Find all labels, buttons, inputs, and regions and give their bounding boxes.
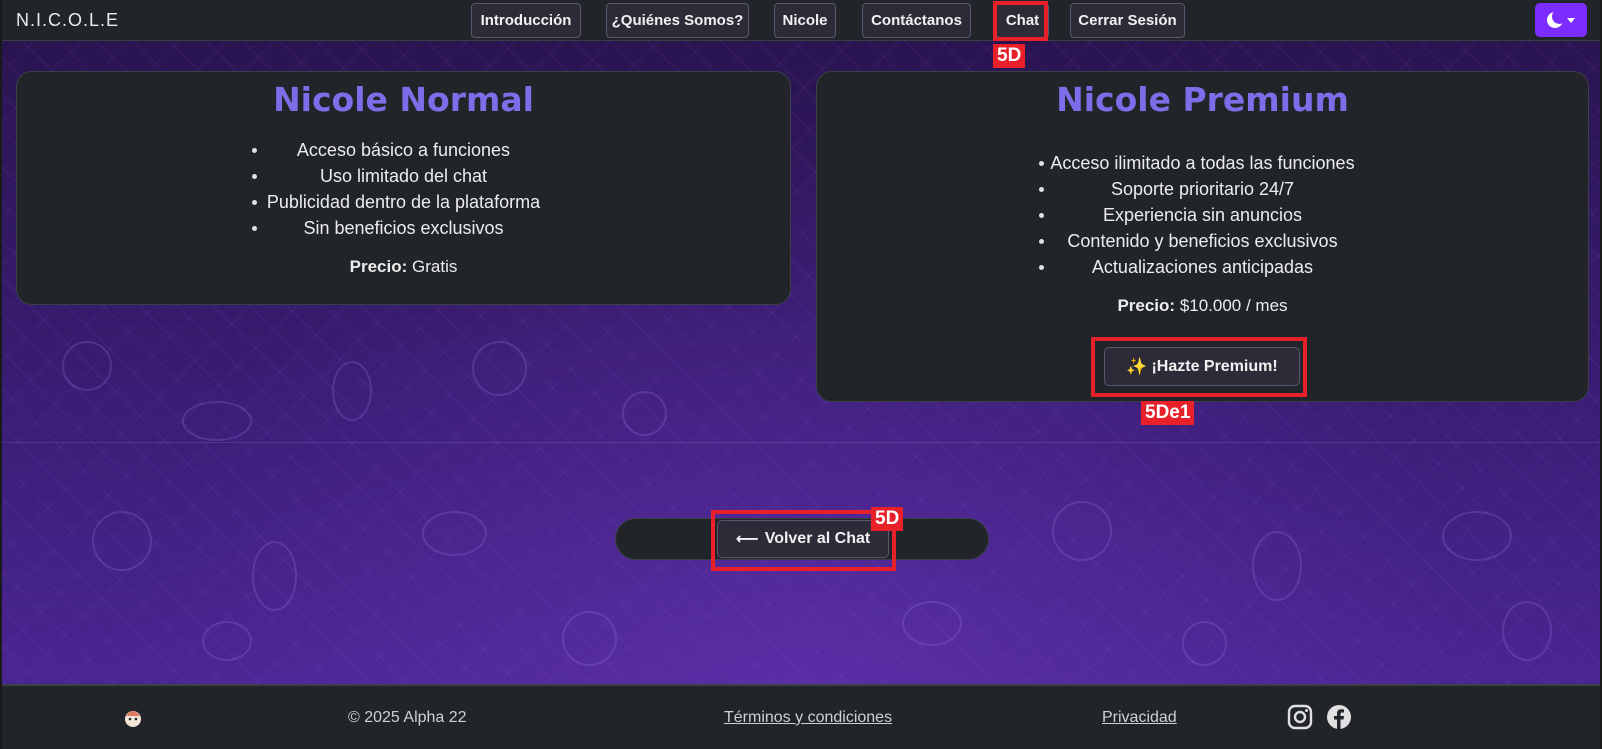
plan-card-normal: Nicole Normal Acceso básico a funciones …	[16, 71, 791, 305]
list-item: Experiencia sin anuncios	[817, 202, 1588, 228]
annotation-tag-premium: 5De1	[1141, 401, 1195, 425]
list-item: Actualizaciones anticipadas	[817, 254, 1588, 280]
list-item: Acceso ilimitado a todas las funciones	[817, 150, 1588, 176]
plan-title-premium: Nicole Premium	[1056, 80, 1349, 119]
bullet-icon	[252, 226, 257, 231]
top-navbar: N.I.C.O.L.E Introducción ¿Quiénes Somos?…	[2, 0, 1600, 41]
moon-icon	[1547, 9, 1567, 28]
facebook-icon[interactable]	[1326, 704, 1352, 730]
list-item: Contenido y beneficios exclusivos	[817, 228, 1588, 254]
theme-toggle-button[interactable]	[1535, 3, 1587, 37]
list-item: Acceso básico a funciones	[17, 137, 790, 163]
chevron-down-icon	[1567, 17, 1575, 23]
bullet-icon	[1039, 161, 1044, 166]
nav-nicole[interactable]: Nicole	[774, 3, 836, 38]
instagram-icon[interactable]	[1287, 704, 1313, 730]
bullet-icon	[1039, 187, 1044, 192]
bullet-icon	[252, 174, 257, 179]
bullet-icon	[252, 200, 257, 205]
annotation-box-chat	[993, 1, 1048, 41]
nav-contactanos[interactable]: Contáctanos	[862, 3, 971, 38]
plan-price-premium: Precio: $10.000 / mes	[1117, 296, 1288, 315]
page: N.I.C.O.L.E Introducción ¿Quiénes Somos?…	[0, 0, 1602, 749]
annotation-tag-back: 5D	[871, 507, 904, 531]
bullet-icon	[1039, 265, 1044, 270]
bullet-icon	[1039, 213, 1044, 218]
nav-quienes-somos[interactable]: ¿Quiénes Somos?	[606, 3, 749, 38]
list-item: Soporte prioritario 24/7	[817, 176, 1588, 202]
annotation-box-back	[711, 510, 896, 571]
plan-features-normal: Acceso básico a funciones Uso limitado d…	[17, 137, 790, 241]
footer-terms-link[interactable]: Términos y condiciones	[724, 709, 892, 727]
annotation-box-premium	[1091, 337, 1307, 397]
brand-logo-text[interactable]: N.I.C.O.L.E	[16, 10, 119, 31]
bullet-icon	[1039, 239, 1044, 244]
mascot-logo-icon	[125, 711, 141, 727]
section-divider	[2, 442, 1600, 443]
annotation-tag-chat: 5D	[993, 44, 1026, 68]
footer-privacy-link[interactable]: Privacidad	[1102, 709, 1177, 727]
bullet-icon	[252, 148, 257, 153]
list-item: Publicidad dentro de la plataforma	[17, 189, 790, 215]
list-item: Uso limitado del chat	[17, 163, 790, 189]
plan-features-premium: Acceso ilimitado a todas las funciones S…	[817, 150, 1588, 280]
plan-title-normal: Nicole Normal	[273, 80, 534, 119]
footer: © 2025 Alpha 22 Términos y condiciones P…	[2, 684, 1600, 749]
list-item: Sin beneficios exclusivos	[17, 215, 790, 241]
nav-introduccion[interactable]: Introducción	[471, 3, 581, 38]
footer-copyright: © 2025 Alpha 22	[348, 709, 467, 726]
nav-cerrar-sesion[interactable]: Cerrar Sesión	[1070, 3, 1185, 38]
plan-price-normal: Precio: Gratis	[349, 257, 458, 276]
